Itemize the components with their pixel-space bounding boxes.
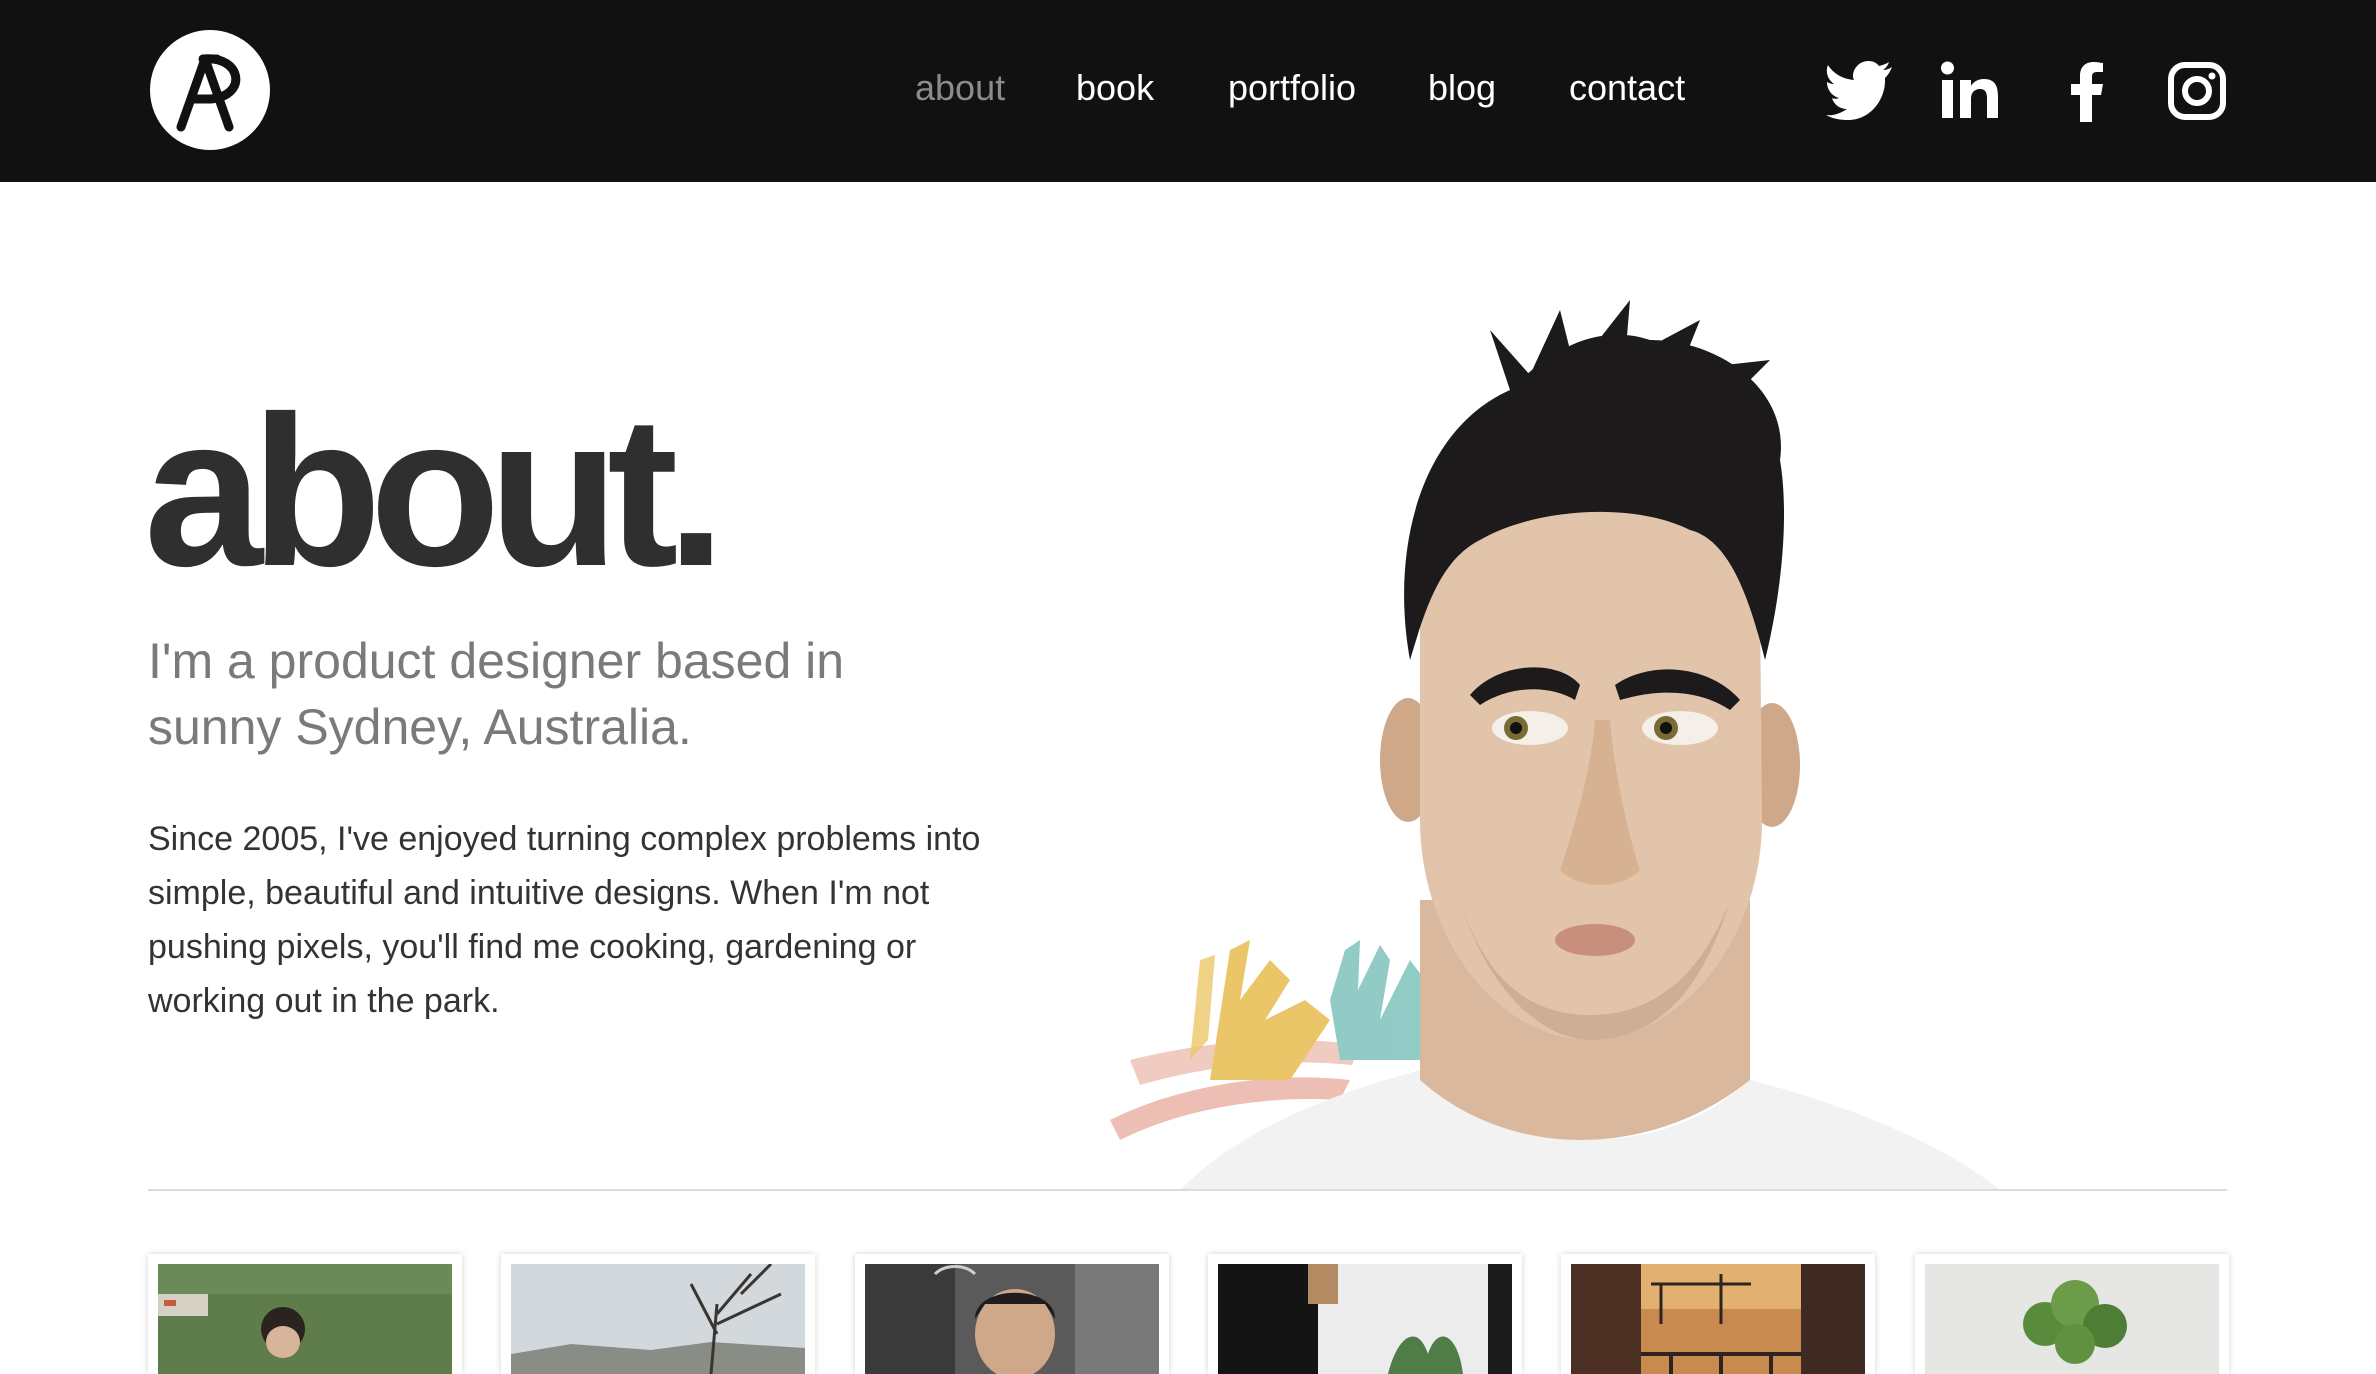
section-divider: [148, 1189, 2227, 1191]
sunset-balcony-photo: [1571, 1264, 1865, 1374]
gallery-thumb-sunset[interactable]: [1561, 1254, 1875, 1374]
interior-plants-photo: [1218, 1264, 1512, 1374]
site-header: about book portfolio blog contact: [0, 0, 2376, 182]
selfie-photo: [865, 1264, 1159, 1374]
gallery-thumb-childhood[interactable]: [148, 1254, 462, 1374]
portrait-image: [1090, 300, 2110, 1190]
page-title: about.: [144, 372, 726, 611]
instagram-icon[interactable]: [2168, 62, 2226, 120]
gallery-thumb-plant[interactable]: [1915, 1254, 2229, 1374]
main-nav: about book portfolio blog contact: [0, 0, 2376, 182]
potted-plant-photo: [1925, 1264, 2219, 1374]
gallery-thumb-interior[interactable]: [1208, 1254, 1522, 1374]
nav-about[interactable]: about: [915, 64, 1005, 112]
hero-description: Since 2005, I've enjoyed turning complex…: [148, 820, 981, 1020]
tree-landscape-photo: [511, 1264, 805, 1374]
nav-contact[interactable]: contact: [1569, 64, 1685, 112]
twitter-icon[interactable]: [1826, 60, 1894, 120]
facebook-icon[interactable]: [2066, 62, 2106, 122]
childhood-photo: [158, 1264, 452, 1374]
gallery-thumb-selfie[interactable]: [855, 1254, 1169, 1374]
nav-blog[interactable]: blog: [1428, 64, 1496, 112]
linkedin-icon[interactable]: [1940, 60, 2000, 120]
hero-subtitle: I'm a product designer based in sunny Sy…: [148, 633, 845, 755]
gallery-thumb-tree[interactable]: [501, 1254, 815, 1374]
nav-portfolio[interactable]: portfolio: [1228, 64, 1356, 112]
nav-book[interactable]: book: [1076, 64, 1154, 112]
